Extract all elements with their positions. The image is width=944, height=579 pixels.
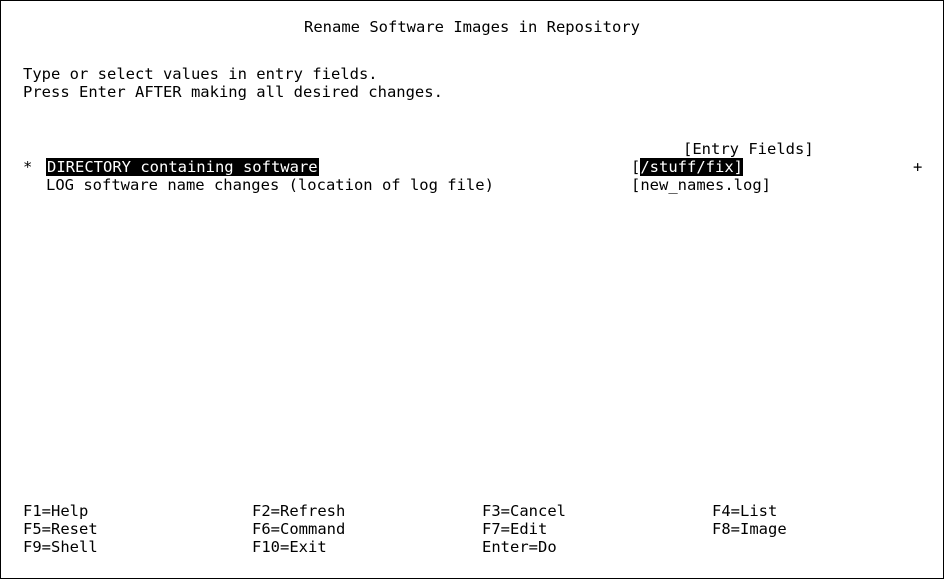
f7-edit-key[interactable]: F7=Edit xyxy=(482,520,547,538)
field-row-log[interactable]: LOG software name changes (location of l… xyxy=(1,176,943,194)
f10-exit-key[interactable]: F10=Exit xyxy=(252,538,327,556)
log-field-label[interactable]: LOG software name changes (location of l… xyxy=(46,176,494,194)
log-field-value[interactable]: new_names.log xyxy=(640,176,761,194)
instruction-line-2: Press Enter AFTER making all desired cha… xyxy=(23,83,443,101)
directory-field-value-wrap[interactable]: [/stuff/fix] xyxy=(631,158,743,176)
list-indicator-plus[interactable]: + xyxy=(913,158,922,176)
instruction-line-1: Type or select values in entry fields. xyxy=(23,65,378,83)
field-row-directory[interactable]: * DIRECTORY containing software [/stuff/… xyxy=(1,158,943,176)
screen-title: Rename Software Images in Repository xyxy=(304,18,640,36)
f8-image-key[interactable]: F8=Image xyxy=(712,520,787,538)
required-marker: * xyxy=(23,158,33,176)
function-key-row: F5=Reset F6=Command F7=Edit F8=Image xyxy=(23,520,923,538)
function-key-row: F9=Shell F10=Exit Enter=Do xyxy=(23,538,923,556)
smit-screen: Rename Software Images in Repository Typ… xyxy=(0,0,944,579)
directory-field-label[interactable]: DIRECTORY containing software xyxy=(46,158,319,176)
log-bracket-open: [ xyxy=(631,176,641,194)
entry-fields-header: [Entry Fields] xyxy=(683,140,814,158)
f3-cancel-key[interactable]: F3=Cancel xyxy=(482,502,566,520)
f4-list-key[interactable]: F4=List xyxy=(712,502,777,520)
function-key-bar: F1=Help F2=Refresh F3=Cancel F4=List F5=… xyxy=(23,502,923,556)
log-bracket-close: ] xyxy=(761,176,772,194)
f9-shell-key[interactable]: F9=Shell xyxy=(23,538,98,556)
f5-reset-key[interactable]: F5=Reset xyxy=(23,520,98,538)
enter-do-key[interactable]: Enter=Do xyxy=(482,538,557,556)
f1-help-key[interactable]: F1=Help xyxy=(23,502,88,520)
f2-refresh-key[interactable]: F2=Refresh xyxy=(252,502,345,520)
directory-field-value[interactable]: /stuff/fix] xyxy=(640,158,743,176)
directory-bracket-open: [ xyxy=(631,158,641,176)
function-key-row: F1=Help F2=Refresh F3=Cancel F4=List xyxy=(23,502,923,520)
f6-command-key[interactable]: F6=Command xyxy=(252,520,345,538)
log-field-value-wrap[interactable]: [new_names.log] xyxy=(631,176,771,194)
